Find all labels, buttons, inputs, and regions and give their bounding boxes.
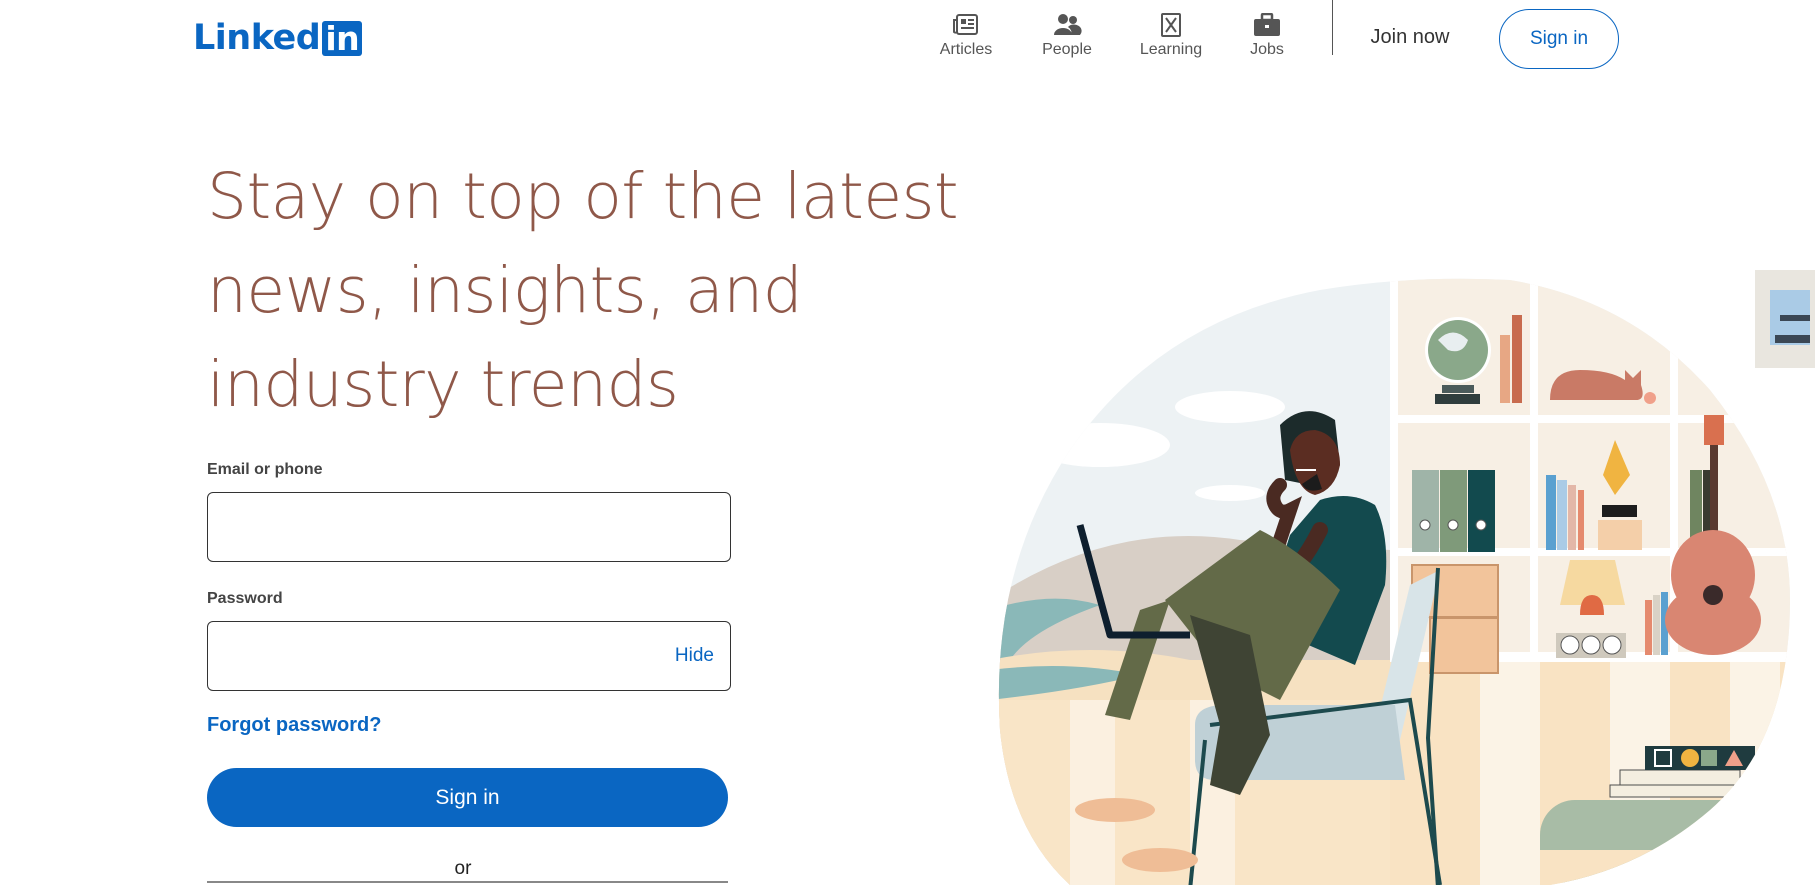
top-header: Linked in Articles People Learning Jobs J… xyxy=(0,0,1815,80)
briefcase-icon xyxy=(1247,10,1287,40)
password-field[interactable] xyxy=(208,622,730,690)
nav-articles[interactable]: Articles xyxy=(931,10,1001,68)
hero-line-2: news, insights, and xyxy=(207,254,803,327)
hide-password-button[interactable]: Hide xyxy=(675,645,714,667)
header-divider xyxy=(1332,0,1333,55)
hero-line-3: industry trends xyxy=(207,348,679,421)
logo-in-box: in xyxy=(322,20,363,56)
hero-headline: Stay on top of the latest news, insights… xyxy=(207,150,967,432)
header-sign-in-button[interactable]: Sign in xyxy=(1499,9,1619,69)
nav-jobs-label: Jobs xyxy=(1250,41,1284,58)
or-divider-line xyxy=(207,881,728,883)
password-label: Password xyxy=(207,590,283,607)
nav-people-label: People xyxy=(1042,41,1092,58)
email-field-wrapper xyxy=(207,492,731,562)
linkedin-logo[interactable]: Linked in xyxy=(193,18,363,58)
nav-articles-label: Articles xyxy=(939,41,993,58)
people-icon xyxy=(1047,10,1087,40)
sign-in-button[interactable]: Sign in xyxy=(207,768,728,827)
join-now-link[interactable]: Join now xyxy=(1360,22,1460,52)
hero-illustration xyxy=(998,270,1815,885)
email-field[interactable] xyxy=(208,493,730,561)
learning-icon xyxy=(1151,10,1191,40)
logo-text: Linked xyxy=(193,18,321,58)
nav-learning-label: Learning xyxy=(1139,41,1203,58)
nav-people[interactable]: People xyxy=(1032,10,1102,68)
email-label: Email or phone xyxy=(207,461,323,478)
or-divider-text: or xyxy=(443,858,483,880)
forgot-password-link[interactable]: Forgot password? xyxy=(207,714,381,737)
password-field-wrapper: Hide xyxy=(207,621,731,691)
nav-learning[interactable]: Learning xyxy=(1131,10,1211,68)
hero-line-1: Stay on top of the latest xyxy=(207,160,959,233)
nav-jobs[interactable]: Jobs xyxy=(1237,10,1297,68)
newspaper-icon xyxy=(946,10,986,40)
